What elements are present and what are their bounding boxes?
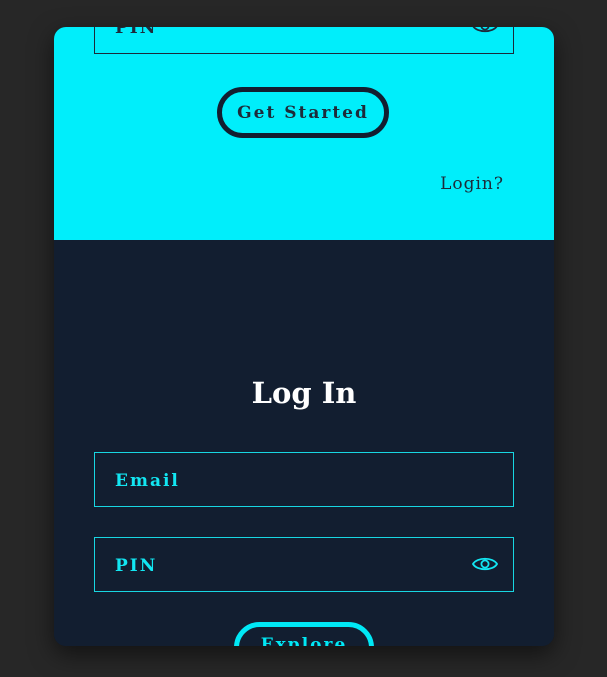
- email-label: Email: [115, 471, 180, 491]
- eye-icon[interactable]: [472, 27, 498, 36]
- login-link[interactable]: Login?: [440, 174, 504, 194]
- signup-panel: PIN Get Started Login?: [54, 27, 554, 240]
- login-panel: Log In Email PIN Explore: [54, 240, 554, 646]
- signup-pin-label: PIN: [115, 27, 158, 38]
- pin-label: PIN: [115, 556, 158, 576]
- signup-pin-field[interactable]: PIN: [94, 27, 514, 54]
- login-title: Log In: [251, 376, 357, 410]
- eye-icon[interactable]: [471, 554, 499, 574]
- email-field[interactable]: Email: [94, 452, 514, 507]
- get-started-button[interactable]: Get Started: [217, 87, 389, 138]
- auth-card: PIN Get Started Login? Log In Email PIN: [54, 27, 554, 646]
- explore-button[interactable]: Explore: [234, 622, 374, 646]
- pin-field[interactable]: PIN: [94, 537, 514, 592]
